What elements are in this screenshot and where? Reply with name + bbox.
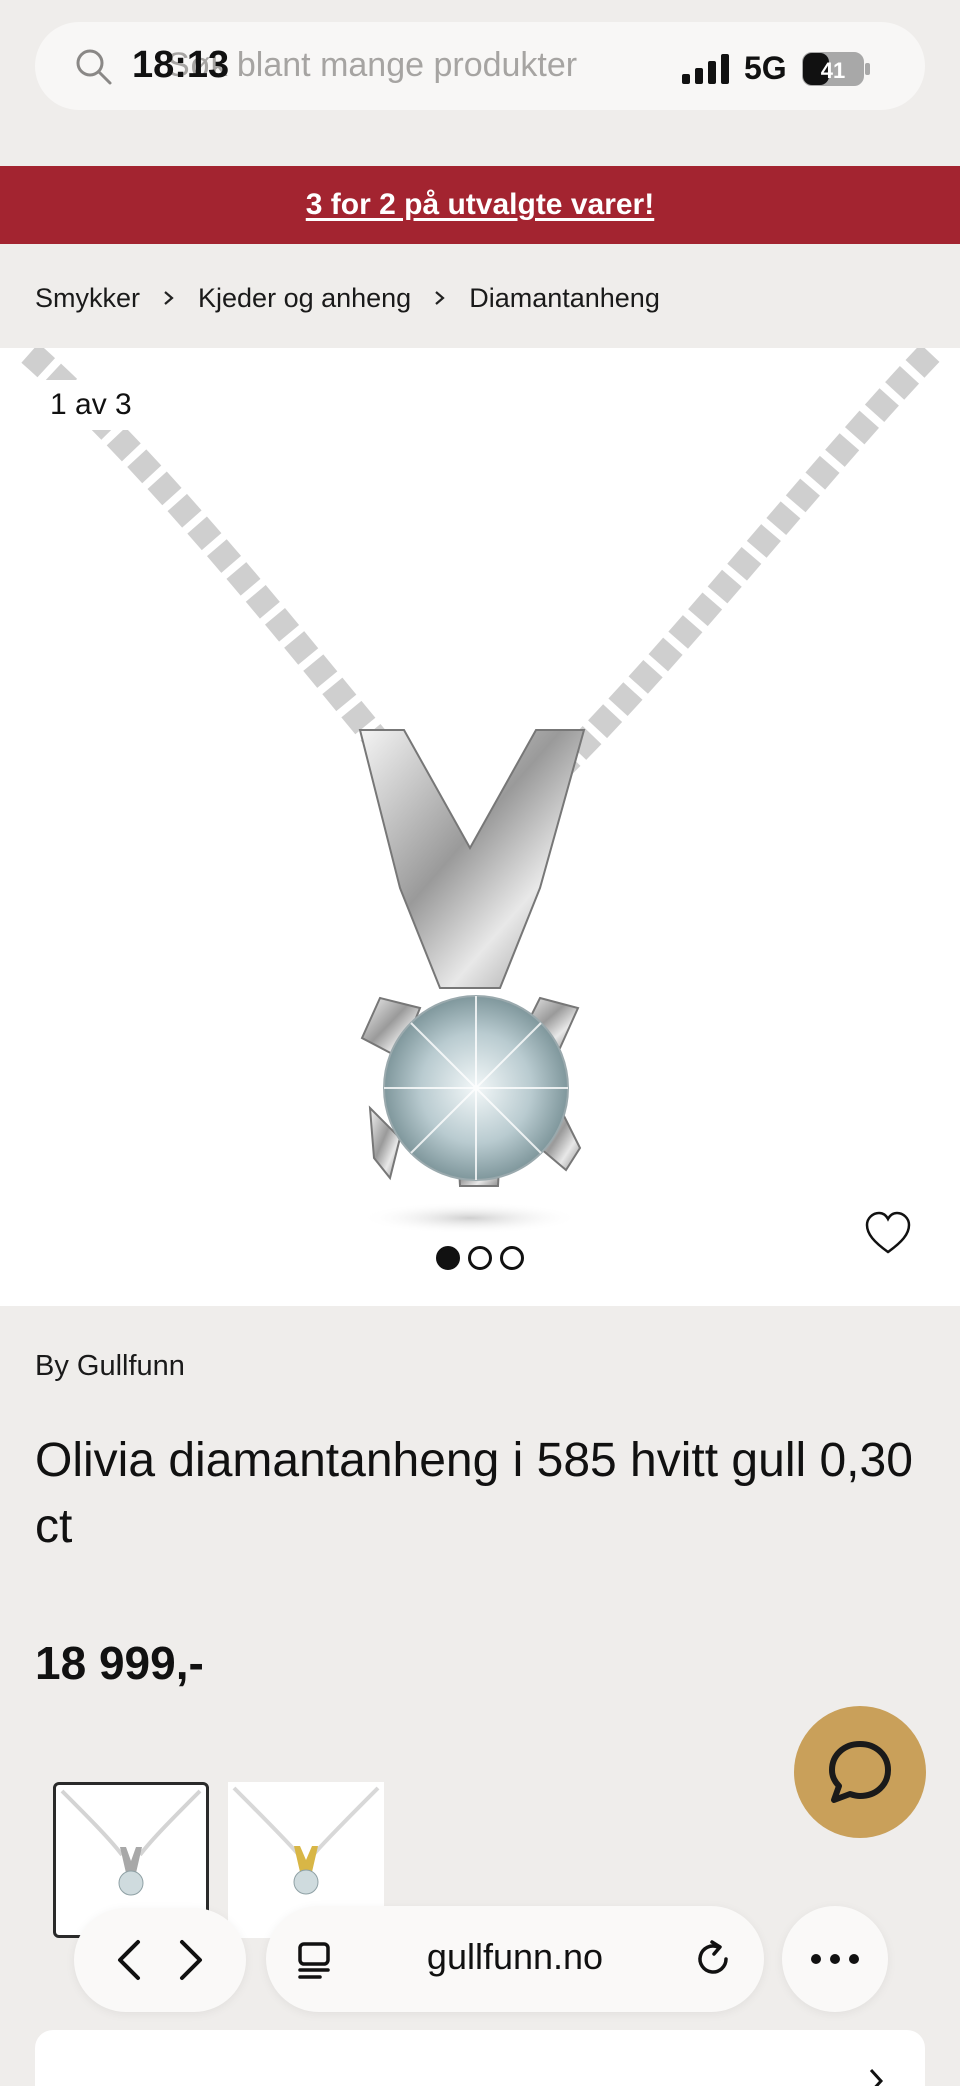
carousel-dot[interactable] (436, 1246, 460, 1270)
svg-text:41: 41 (821, 58, 845, 83)
chevron-right-icon (435, 291, 445, 305)
info-card[interactable] (35, 2030, 925, 2086)
carousel-dots[interactable] (436, 1246, 524, 1270)
forward-icon[interactable] (170, 1936, 210, 1984)
status-time: 18:13 (132, 44, 230, 86)
signal-icon (682, 54, 729, 84)
reload-icon[interactable] (692, 1938, 734, 1980)
url-text: gullfunn.no (426, 1936, 604, 1977)
product-price: 18 999,- (35, 1637, 204, 1689)
product-title: Olivia diamantanheng i 585 hvitt gull 0,… (35, 1434, 913, 1553)
breadcrumb-item-smykker[interactable]: Smykker (35, 283, 140, 314)
product-image (21, 348, 940, 1234)
address-bar[interactable]: gullfunn.no (266, 1906, 764, 2012)
back-icon[interactable] (110, 1936, 150, 1984)
chat-button[interactable] (794, 1706, 926, 1838)
image-counter: 1 av 3 (34, 380, 148, 430)
network-label: 5G (744, 50, 787, 86)
carousel-dot[interactable] (468, 1246, 492, 1270)
chevron-right-icon (164, 291, 174, 305)
chat-icon (829, 1741, 891, 1803)
breadcrumb: Smykker Kjeder og anheng Diamantanheng (35, 278, 660, 318)
breadcrumb-item-diamantanheng[interactable]: Diamantanheng (469, 283, 660, 314)
product-brand[interactable]: By Gullfunn (35, 1350, 185, 1383)
chevron-right-icon (869, 2068, 884, 2086)
more-icon (811, 1954, 859, 1964)
carousel-dot[interactable] (500, 1246, 524, 1270)
heart-icon[interactable] (864, 1210, 912, 1258)
breadcrumb-item-kjeder[interactable]: Kjeder og anheng (198, 283, 411, 314)
browser-nav-controls (74, 1908, 246, 2012)
more-options-button[interactable] (782, 1906, 888, 2012)
battery-icon: 41 (802, 52, 870, 86)
product-image-gallery[interactable]: 1 av 3 (0, 348, 960, 1306)
search-icon (76, 49, 112, 85)
promo-link[interactable]: 3 for 2 på utvalgte varer! (306, 188, 654, 222)
promo-banner: 3 for 2 på utvalgte varer! (0, 166, 960, 244)
